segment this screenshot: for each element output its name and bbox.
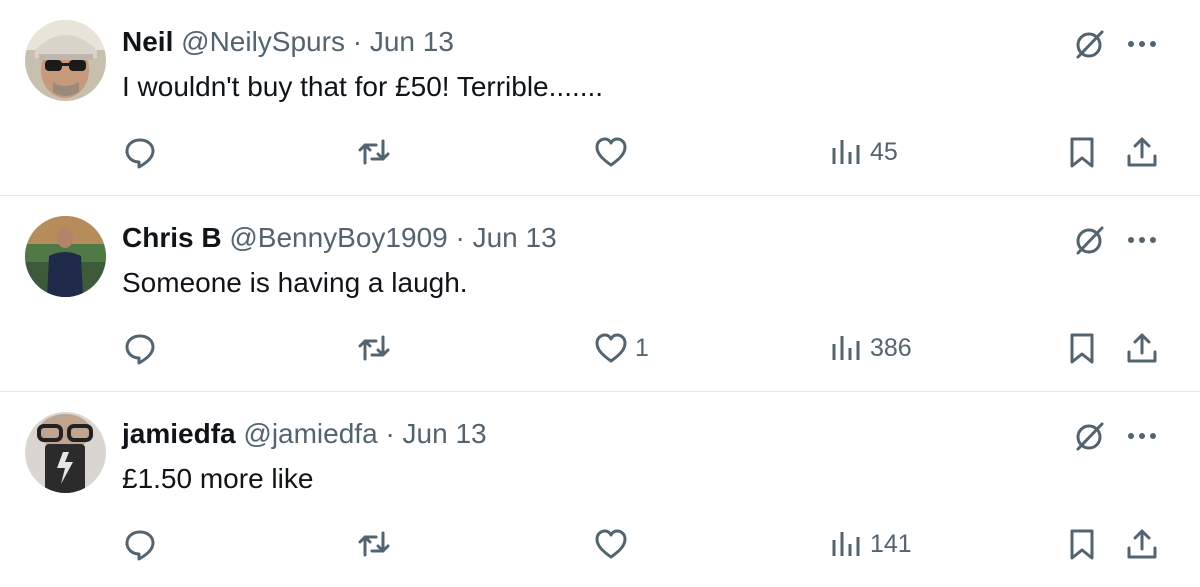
user-handle[interactable]: @BennyBoy1909 — [229, 222, 447, 253]
tweet[interactable]: Chris B @BennyBoy1909 · Jun 13 Someone i… — [0, 196, 1200, 392]
like-count: 1 — [635, 333, 649, 362]
share-button[interactable] — [1124, 326, 1160, 370]
action-bar: 141 — [0, 522, 1200, 566]
grok-icon[interactable] — [1070, 220, 1110, 260]
retweet-icon — [358, 531, 390, 557]
like-button[interactable] — [593, 522, 635, 566]
views-icon — [832, 140, 860, 164]
avatar[interactable] — [25, 412, 106, 493]
views-button[interactable]: 141 — [828, 522, 912, 566]
views-button[interactable]: 45 — [828, 130, 898, 174]
avatar-image — [25, 412, 106, 493]
separator-dot: · — [455, 222, 465, 253]
reply-icon — [125, 138, 155, 169]
heart-icon — [595, 529, 627, 559]
tweet-text: I wouldn't buy that for £50! Terrible...… — [122, 71, 604, 102]
reply-button[interactable] — [122, 326, 158, 370]
tweet[interactable]: jamiedfa @jamiedfa · Jun 13 £1.50 more l… — [0, 392, 1200, 587]
grok-icon[interactable] — [1070, 416, 1110, 456]
view-count: 386 — [870, 333, 912, 362]
grok-icon[interactable] — [1070, 24, 1110, 64]
retweet-icon — [358, 139, 390, 165]
bookmark-button[interactable] — [1064, 130, 1100, 174]
heart-icon — [595, 137, 627, 167]
tweet-header: Chris B @BennyBoy1909 · Jun 13 — [122, 221, 557, 255]
share-button[interactable] — [1124, 130, 1160, 174]
display-name[interactable]: Neil — [122, 26, 173, 57]
reply-icon — [125, 530, 155, 561]
bookmark-button[interactable] — [1064, 326, 1100, 370]
separator-dot: · — [385, 418, 395, 449]
avatar[interactable] — [25, 20, 106, 101]
tweet-date[interactable]: Jun 13 — [403, 418, 487, 449]
action-bar: 1 386 — [0, 326, 1200, 370]
separator-dot: · — [352, 26, 363, 57]
bookmark-icon — [1070, 137, 1094, 168]
tweet-header: Neil @NeilySpurs · Jun 13 — [122, 25, 454, 59]
avatar-image — [25, 216, 106, 297]
retweet-button[interactable] — [356, 326, 392, 370]
tweet-text: £1.50 more like — [122, 463, 314, 494]
reply-button[interactable] — [122, 130, 158, 174]
bookmark-button[interactable] — [1064, 522, 1100, 566]
share-icon — [1127, 333, 1157, 363]
tweet[interactable]: Neil @NeilySpurs · Jun 13 I wouldn't buy… — [0, 0, 1200, 196]
retweet-button[interactable] — [356, 522, 392, 566]
tweet-date[interactable]: Jun 13 — [370, 26, 454, 57]
retweet-button[interactable] — [356, 130, 392, 174]
view-count: 45 — [870, 137, 898, 166]
more-icon[interactable] — [1122, 220, 1162, 260]
tweet-date[interactable]: Jun 13 — [473, 222, 557, 253]
share-icon — [1127, 137, 1157, 167]
views-icon — [832, 336, 860, 360]
tweet-text: Someone is having a laugh. — [122, 267, 468, 298]
share-icon — [1127, 529, 1157, 559]
heart-icon — [595, 333, 627, 363]
action-bar: 45 — [0, 130, 1200, 174]
reply-button[interactable] — [122, 522, 158, 566]
like-button[interactable] — [593, 130, 635, 174]
view-count: 141 — [870, 529, 912, 558]
reply-icon — [125, 334, 155, 365]
views-icon — [832, 532, 860, 556]
user-handle[interactable]: @NeilySpurs — [181, 26, 345, 57]
more-icon[interactable] — [1122, 416, 1162, 456]
views-button[interactable]: 386 — [828, 326, 912, 370]
avatar-image — [25, 20, 106, 101]
bookmark-icon — [1070, 529, 1094, 560]
display-name[interactable]: jamiedfa — [122, 418, 236, 449]
user-handle[interactable]: @jamiedfa — [243, 418, 377, 449]
like-button[interactable]: 1 — [593, 326, 649, 370]
bookmark-icon — [1070, 333, 1094, 364]
share-button[interactable] — [1124, 522, 1160, 566]
tweet-header: jamiedfa @jamiedfa · Jun 13 — [122, 417, 487, 451]
display-name[interactable]: Chris B — [122, 222, 222, 253]
retweet-icon — [358, 335, 390, 361]
more-icon[interactable] — [1122, 24, 1162, 64]
avatar[interactable] — [25, 216, 106, 297]
